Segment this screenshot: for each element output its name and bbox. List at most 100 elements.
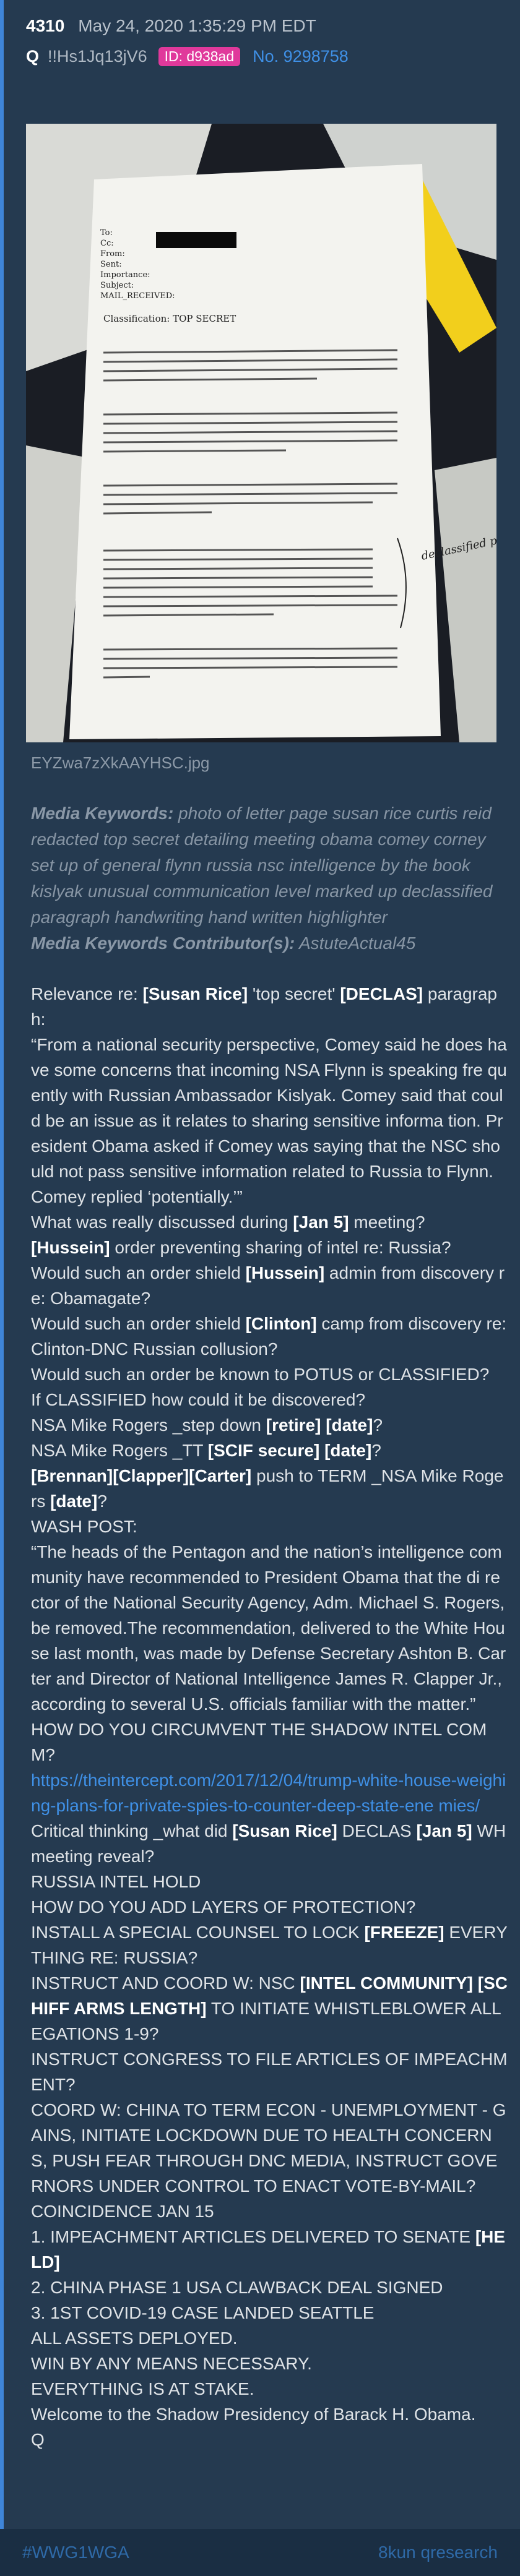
post-body-line: https://theintercept.com/2017/12/04/trum… — [31, 1767, 508, 1818]
text-segment: WASH POST: — [31, 1517, 137, 1536]
post-body-line: Would such an order be known to POTUS or… — [31, 1362, 508, 1387]
text-segment: DECLAS — [337, 1821, 417, 1840]
post-body-line: Welcome to the Shadow Presidency of Bara… — [31, 2402, 508, 2427]
text-segment: Critical thinking _what did — [31, 1821, 233, 1840]
post-header: 4310 May 24, 2020 1:35:29 PM EDT Q !!Hs1… — [26, 14, 508, 71]
text-segment: If CLASSIFIED how could it be discovered… — [31, 1390, 366, 1409]
keywords-contributor: AstuteActual45 — [295, 934, 416, 953]
post-body-line: Q — [31, 2427, 508, 2452]
post-body-line: NSA Mike Rogers _TT [SCIF secure] [date]… — [31, 1438, 508, 1463]
doc-from-label: From: — [100, 249, 125, 259]
hashtag-link[interactable]: #WWG1WGA — [22, 2543, 129, 2562]
text-segment: Q — [31, 2430, 45, 2449]
text-segment: INSTRUCT AND COORD W: NSC — [31, 1973, 300, 1993]
text-segment: “From a national security perspective, C… — [31, 1035, 507, 1206]
text-segment: ? — [373, 1415, 383, 1435]
doc-to-label: To: — [100, 228, 113, 238]
post-date: May 24, 2020 1:35:29 PM EDT — [78, 16, 316, 35]
doc-sent-label: Sent: — [100, 260, 122, 269]
doc-importance-label: Importance: — [100, 270, 150, 280]
post-body-line: 1. IMPEACHMENT ARTICLES DELIVERED TO SEN… — [31, 2224, 508, 2275]
text-segment: ? — [371, 1441, 381, 1460]
text-segment: Welcome to the Shadow Presidency of Bara… — [31, 2405, 476, 2424]
bold-token: [date] — [50, 1492, 98, 1511]
post-body-line: If CLASSIFIED how could it be discovered… — [31, 1387, 508, 1412]
post-body-line: “The heads of the Pentagon and the natio… — [31, 1539, 508, 1717]
bold-token: [Susan Rice] — [232, 1821, 337, 1840]
bold-token: [Brennan][Clapper][Carter] — [31, 1466, 252, 1485]
text-segment: Would such an order be known to POTUS or… — [31, 1365, 490, 1384]
bold-token: [Jan 5] — [293, 1213, 349, 1232]
post-card: 4310 May 24, 2020 1:35:29 PM EDT Q !!Hs1… — [0, 0, 520, 2529]
post-body-line: Critical thinking _what did [Susan Rice]… — [31, 1818, 508, 1869]
text-segment: ? — [97, 1492, 107, 1511]
text-segment: INSTRUCT CONGRESS TO FILE ARTICLES OF IM… — [31, 2050, 508, 2094]
post-body-line: Would such an order shield [Hussein] adm… — [31, 1260, 508, 1311]
post-body-line: RUSSIA INTEL HOLD — [31, 1869, 508, 1894]
image-filename[interactable]: EYZwa7zXkAAYHSC.jpg — [31, 753, 210, 773]
post-footer: #WWG1WGA 8kun qresearch — [0, 2529, 520, 2576]
text-segment: HOW DO YOU ADD LAYERS OF PROTECTION? — [31, 1897, 416, 1917]
text-segment: What was really discussed during — [31, 1213, 293, 1232]
post-body: Relevance re: [Susan Rice] 'top secret' … — [31, 981, 508, 2452]
text-segment: COINCIDENCE JAN 15 — [31, 2202, 214, 2221]
post-body-line: “From a national security perspective, C… — [31, 1032, 508, 1209]
post-number: 4310 — [26, 16, 65, 35]
bold-token: [Hussein] — [245, 1263, 325, 1282]
post-body-line: EVERYTHING IS AT STAKE. — [31, 2376, 508, 2402]
external-link[interactable]: https://theintercept.com/2017/12/04/trum… — [31, 1771, 506, 1815]
post-body-line: 2. CHINA PHASE 1 USA CLAWBACK DEAL SIGNE… — [31, 2275, 508, 2300]
text-segment: INSTALL A SPECIAL COUNSEL TO LOCK — [31, 1923, 365, 1942]
text-segment: meeting? — [349, 1213, 425, 1232]
document-photo: To: Cc: From: Sent: Importance: Subject:… — [26, 124, 496, 742]
doc-cc-label: Cc: — [100, 239, 114, 248]
text-segment: “The heads of the Pentagon and the natio… — [31, 1542, 509, 1714]
text-segment: ALL ASSETS DEPLOYED. — [31, 2329, 238, 2348]
text-segment: order preventing sharing of intel re: Ru… — [110, 1238, 451, 1257]
bold-token: [Susan Rice] — [142, 984, 248, 1003]
post-body-line: INSTRUCT CONGRESS TO FILE ARTICLES OF IM… — [31, 2046, 508, 2097]
text-segment: Relevance re: — [31, 984, 143, 1003]
post-body-line: What was really discussed during [Jan 5]… — [31, 1209, 508, 1235]
text-segment: EVERYTHING IS AT STAKE. — [31, 2379, 254, 2398]
text-segment: 2. CHINA PHASE 1 USA CLAWBACK DEAL SIGNE… — [31, 2278, 443, 2297]
doc-subject-label: Subject: — [100, 281, 134, 290]
bold-token: [DECLAS] — [340, 984, 423, 1003]
post-body-line: INSTRUCT AND COORD W: NSC [INTEL COMMUNI… — [31, 1970, 508, 2046]
text-segment: Would such an order shield — [31, 1263, 246, 1282]
poster-name: Q — [26, 46, 40, 66]
media-keywords: Media Keywords: photo of letter page sus… — [31, 801, 501, 956]
text-segment: 1. IMPEACHMENT ARTICLES DELIVERED TO SEN… — [31, 2227, 475, 2246]
keywords-contributor-label: Media Keywords Contributor(s): — [31, 934, 295, 953]
text-segment: 'top secret' — [248, 984, 340, 1003]
poster-id-badge[interactable]: ID: d938ad — [158, 46, 241, 66]
post-body-line: WASH POST: — [31, 1514, 508, 1539]
post-body-line: [Hussein] order preventing sharing of in… — [31, 1235, 508, 1260]
post-link[interactable]: No. 9298758 — [253, 47, 349, 66]
post-body-line: WIN BY ANY MEANS NECESSARY. — [31, 2351, 508, 2376]
text-segment: HOW DO YOU CIRCUMVENT THE SHADOW INTEL C… — [31, 1720, 487, 1764]
doc-mail-received-label: MAIL_RECEIVED: — [100, 291, 175, 301]
post-body-line: COINCIDENCE JAN 15 — [31, 2199, 508, 2224]
post-body-line: Would such an order shield [Clinton] cam… — [31, 1311, 508, 1362]
text-segment: WIN BY ANY MEANS NECESSARY. — [31, 2354, 312, 2373]
post-body-line: INSTALL A SPECIAL COUNSEL TO LOCK [FREEZ… — [31, 1920, 508, 1970]
post-body-line: HOW DO YOU ADD LAYERS OF PROTECTION? — [31, 1894, 508, 1920]
text-segment: NSA Mike Rogers _step down — [31, 1415, 266, 1435]
bold-token: [retire] [date] — [266, 1415, 373, 1435]
post-body-line: ALL ASSETS DEPLOYED. — [31, 2325, 508, 2351]
bold-token: [Hussein] — [31, 1238, 110, 1257]
post-body-line: [Brennan][Clapper][Carter] push to TERM … — [31, 1463, 508, 1514]
text-segment: 3. 1ST COVID-19 CASE LANDED SEATTLE — [31, 2303, 375, 2322]
attached-image[interactable]: To: Cc: From: Sent: Importance: Subject:… — [26, 124, 496, 742]
post-body-line: NSA Mike Rogers _step down [retire] [dat… — [31, 1412, 508, 1438]
doc-classification: Classification: TOP SECRET — [103, 313, 236, 324]
text-segment: NSA Mike Rogers _TT — [31, 1441, 208, 1460]
bold-token: [Clinton] — [245, 1314, 317, 1333]
text-segment: COORD W: CHINA TO TERM ECON - UNEMPLOYME… — [31, 2100, 506, 2196]
text-segment: Would such an order shield — [31, 1314, 246, 1333]
post-body-line: Relevance re: [Susan Rice] 'top secret' … — [31, 981, 508, 1032]
tripcode: !!Hs1Jq13jV6 — [48, 46, 147, 66]
post-body-line: COORD W: CHINA TO TERM ECON - UNEMPLOYME… — [31, 2097, 508, 2199]
bold-token: [SCIF secure] [date] — [207, 1441, 372, 1460]
